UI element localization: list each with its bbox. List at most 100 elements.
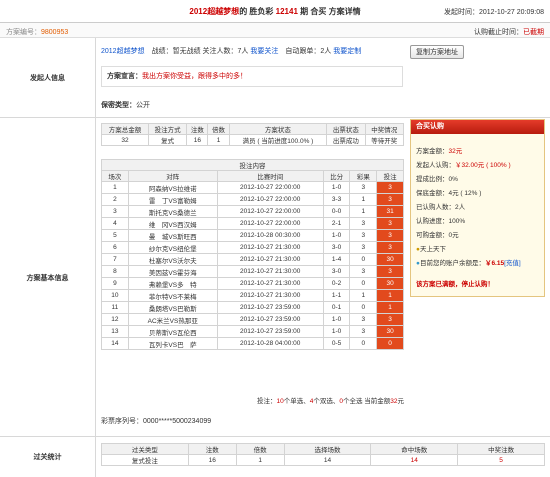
match-score: 0-2 [322,277,351,290]
custom-follow-link[interactable]: 我要定制 [333,48,361,55]
match-result: 0 [349,301,378,314]
match-header: 比赛时间 [216,170,324,182]
table-row: 1 阿森纳VS拉维诺 2012-10-27 22:00:00 1-0 3 3 [101,181,404,194]
match-result: 3 [349,325,378,338]
match-no: 4 [101,217,129,230]
match-bet: 31 [376,205,404,218]
match-time: 2012-10-27 23:59:00 [216,301,324,314]
pass-header: 倍数 [235,443,285,455]
summary-value: 复式 [147,134,188,146]
match-bet: 3 [376,181,404,194]
match-time: 2012-10-27 21:30:00 [216,241,324,254]
match-no: 10 [101,289,129,302]
match-no: 14 [101,337,129,350]
match-time: 2012-10-27 21:30:00 [216,253,324,266]
match-bet: 30 [376,253,404,266]
publish-time: 发起时间：2012-10-27 20:09:08 [444,9,544,16]
match-score: 1-1 [322,289,351,302]
match-header: 彩果 [349,170,378,182]
summary-header: 倍数 [207,123,230,135]
pass-value: 1 [235,454,285,466]
pass-value: 16 [187,454,237,466]
match-result: 1 [349,193,378,206]
initiator-section-label: 发起人信息 [30,75,65,82]
match-score: 0-1 [322,301,351,314]
match-time: 2012-10-27 23:59:00 [216,325,324,338]
match-no: 11 [101,301,129,314]
pass-value: 14 [283,454,372,466]
match-time: 2012-10-27 22:00:00 [216,181,324,194]
match-header: 比分 [322,170,351,182]
match-score: 3-0 [322,241,351,254]
summary-header: 投注方式 [147,123,188,135]
match-result: 1 [349,205,378,218]
match-match: 弗赖堡VS多 特 [127,277,218,290]
summary-header: 注数 [186,123,209,135]
recharge-link[interactable]: [充值] [504,260,521,267]
match-no: 3 [101,205,129,218]
match-match: 纱尔克VS纽伦堡 [127,241,218,254]
user-line: ●天上天下 [416,246,446,253]
match-result: 3 [349,265,378,278]
match-result: 3 [349,217,378,230]
deadline: 认购截止时间：已截期 [474,29,544,36]
table-row: 5曼 城VS斯旺西 2012-10-28 00:30:00 1-0 3 3 [101,229,404,242]
match-match: 阿森纳VS拉维诺 [127,181,218,194]
table-row: 9 弗赖堡VS多 特 2012-10-27 21:30:00 0-2 0 30 [101,277,404,290]
pass-header: 注数 [187,443,237,455]
match-result: 3 [349,313,378,326]
match-bet: 1 [376,301,404,314]
ticket-serial: 彩票序列号：0000*****5000234099 [101,418,212,425]
scheme-section-label: 方案基本信息 [26,275,69,282]
match-result: 0 [349,277,378,290]
match-bet: 0 [376,337,404,350]
summary-value: 32 [101,134,149,146]
pass-value: 复式投注 [101,454,189,466]
summary-header: 出票状态 [326,123,366,135]
summary-header: 方案状态 [228,123,328,135]
match-result: 0 [349,253,378,266]
pass-value: 14 [370,454,459,466]
match-no: 13 [101,325,129,338]
pass-section-label: 过关统计 [33,454,62,461]
match-match: 美因兹VS霍芬海 [127,265,218,278]
summary-value: 出票成功 [326,134,366,146]
match-result: 0 [349,337,378,350]
match-bet: 3 [376,265,404,278]
match-header: 投注 [376,170,404,182]
match-score: 3-0 [322,265,351,278]
match-time: 2012-10-27 21:30:00 [216,277,324,290]
match-no: 6 [101,241,129,254]
initiator-name[interactable]: 2012超越梦想 [101,48,145,55]
match-match: 菲尔特VS不莱梅 [127,289,218,302]
summary-value: 16 [186,134,209,146]
match-header: 场次 [101,170,129,182]
content-title: 投注内容 [101,159,404,171]
copy-address-button[interactable]: 复制方案地址 [410,45,464,59]
match-match: 斯托克VS桑德兰 [127,205,218,218]
match-match: 曼 城VS斯旺西 [127,229,218,242]
secrecy-type: 保密类型：公开 [101,102,150,109]
table-row: 3 斯托克VS桑德兰 2012-10-27 22:00:00 0-0 1 31 [101,205,404,218]
match-time: 2012-10-27 22:00:00 [216,205,324,218]
follow-link[interactable]: 我要关注 [250,48,278,55]
table-row: 7 杜塞尔VS沃尔夫 2012-10-27 21:30:00 1-4 0 30 [101,253,404,266]
match-bet: 3 [376,217,404,230]
match-result: 3 [349,181,378,194]
match-header: 对阵 [127,170,218,182]
match-no: 9 [101,277,129,290]
balance-line: ●目前您的账户余额是：￥6.15[充值] [416,260,521,267]
match-score: 1-0 [322,313,351,326]
match-result: 3 [349,229,378,242]
match-result: 3 [349,241,378,254]
match-match: 瓦列卡VS巴 萨 [127,337,218,350]
summary-header: 中奖情况 [364,123,405,135]
pass-value: 5 [457,454,545,466]
match-table: 投注内容 场次 对阵 比赛时间 比分 彩果 投注 1 阿森纳VS拉维诺 2012-10-27 … [101,159,404,350]
match-match: 维 冈VS西汉姆 [127,217,218,230]
match-score: 0-5 [322,337,351,350]
match-time: 2012-10-28 04:00:00 [216,337,324,350]
match-no: 7 [101,253,129,266]
table-row: 10 菲尔特VS不莱梅 2012-10-27 21:30:00 1-1 1 1 [101,289,404,302]
joint-purchase-panel: 合买认购 方案金额：32元 发起人认购：￥32.00元 ( 100% ) 提成比… [410,119,545,297]
